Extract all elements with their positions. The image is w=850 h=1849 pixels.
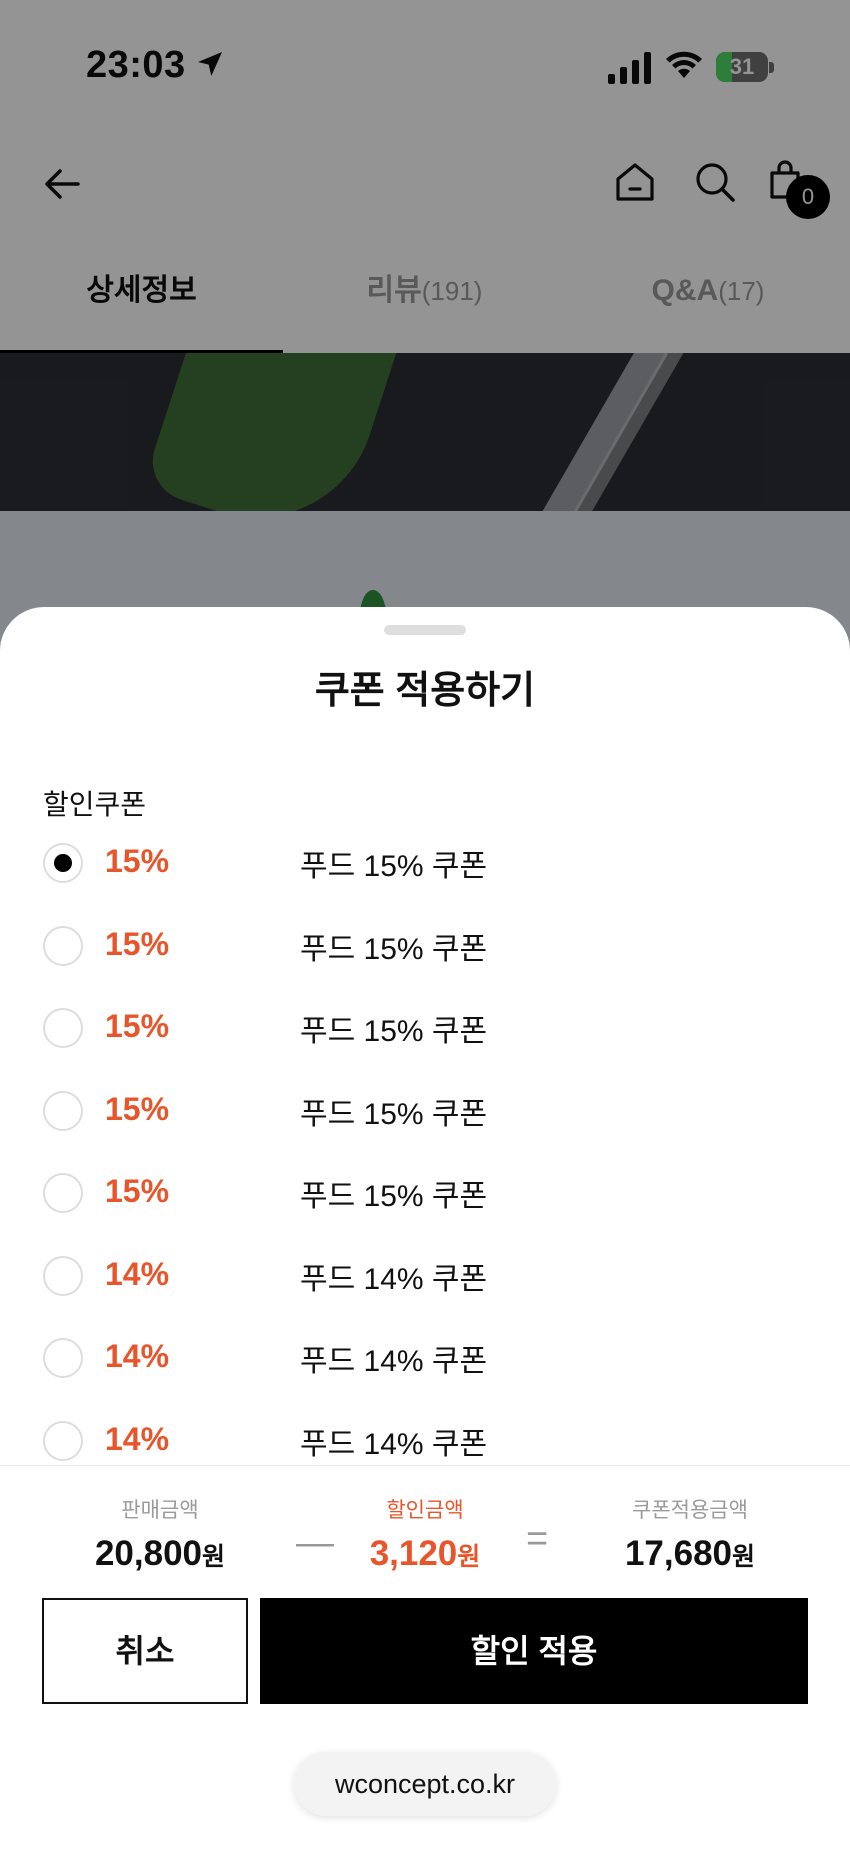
sheet-title: 쿠폰 적용하기 bbox=[314, 670, 536, 712]
coupon-list: 15% 푸드 15% 쿠폰 15% 푸드 15% 쿠폰 15% 푸드 15% 쿠폰 15% 푸… bbox=[0, 823, 850, 1483]
coupon-row[interactable]: 14% 푸드 14% 쿠폰 bbox=[0, 1236, 850, 1318]
final-amount: 쿠폰적용금액 17,680원 bbox=[560, 1494, 820, 1574]
coupon-row[interactable]: 15% 푸드 15% 쿠폰 bbox=[0, 988, 850, 1070]
coupon-name: 푸드 15% 쿠폰 bbox=[300, 1097, 488, 1131]
coupon-row[interactable]: 15% 푸드 15% 쿠폰 bbox=[0, 1071, 850, 1153]
section-label: 할인쿠폰 bbox=[43, 789, 147, 820]
coupon-radio[interactable] bbox=[43, 1090, 83, 1131]
coupon-rate: 15% bbox=[105, 1173, 170, 1209]
coupon-radio[interactable] bbox=[43, 1255, 83, 1296]
coupon-name: 푸드 15% 쿠폰 bbox=[300, 1015, 488, 1048]
coupon-row[interactable]: 15% 푸드 15% 쿠폰 bbox=[0, 1153, 850, 1235]
sheet-drag-handle[interactable] bbox=[384, 625, 466, 635]
coupon-radio[interactable] bbox=[43, 1008, 83, 1048]
coupon-radio[interactable] bbox=[43, 1420, 83, 1461]
coupon-name: 푸드 14% 쿠폰 bbox=[300, 1345, 488, 1378]
coupon-radio[interactable] bbox=[43, 843, 83, 883]
sale-amount-label: 판매금액 bbox=[121, 1499, 199, 1522]
coupon-name: 푸드 14% 쿠폰 bbox=[300, 1262, 488, 1296]
coupon-rate: 14% bbox=[105, 1255, 170, 1292]
coupon-row[interactable]: 15% 푸드 15% 쿠폰 bbox=[0, 906, 850, 988]
coupon-name: 푸드 15% 쿠폰 bbox=[300, 1180, 488, 1213]
cancel-button[interactable]: 취소 bbox=[42, 1598, 248, 1704]
discount-amount-value: 3,120 bbox=[369, 1534, 458, 1573]
sale-amount-unit: 원 bbox=[202, 1543, 226, 1571]
coupon-name: 푸드 14% 쿠폰 bbox=[300, 1427, 488, 1461]
coupon-row[interactable]: 14% 푸드 14% 쿠폰 bbox=[0, 1318, 850, 1400]
coupon-rate: 14% bbox=[105, 1420, 170, 1457]
apply-discount-button[interactable]: 할인 적용 bbox=[260, 1598, 808, 1704]
browser-url-pill[interactable]: wconcept.co.kr bbox=[294, 1752, 556, 1816]
discount-amount-unit: 원 bbox=[457, 1543, 481, 1571]
coupon-rate: 15% bbox=[105, 1090, 170, 1127]
coupon-rate: 14% bbox=[105, 1338, 170, 1374]
sale-amount-value: 20,800 bbox=[94, 1534, 203, 1573]
coupon-radio[interactable] bbox=[43, 1338, 83, 1378]
coupon-name: 푸드 15% 쿠폰 bbox=[300, 932, 488, 966]
discount-amount-label: 할인금액 bbox=[386, 1499, 464, 1522]
coupon-rate: 15% bbox=[105, 1008, 170, 1044]
sale-amount: 판매금액 20,800원 bbox=[30, 1494, 290, 1574]
coupon-radio[interactable] bbox=[43, 925, 83, 966]
discount-amount: 할인금액 3,120원 bbox=[295, 1494, 555, 1574]
coupon-rate: 15% bbox=[105, 925, 170, 962]
equals-sign: = bbox=[526, 1518, 549, 1560]
coupon-name: 푸드 15% 쿠폰 bbox=[300, 850, 488, 883]
coupon-rate: 15% bbox=[105, 843, 170, 879]
final-amount-unit: 원 bbox=[732, 1543, 756, 1571]
coupon-row[interactable]: 15% 푸드 15% 쿠폰 bbox=[0, 823, 850, 905]
final-amount-value: 17,680 bbox=[624, 1534, 733, 1573]
final-amount-label: 쿠폰적용금액 bbox=[632, 1499, 748, 1522]
coupon-radio[interactable] bbox=[43, 1173, 83, 1213]
